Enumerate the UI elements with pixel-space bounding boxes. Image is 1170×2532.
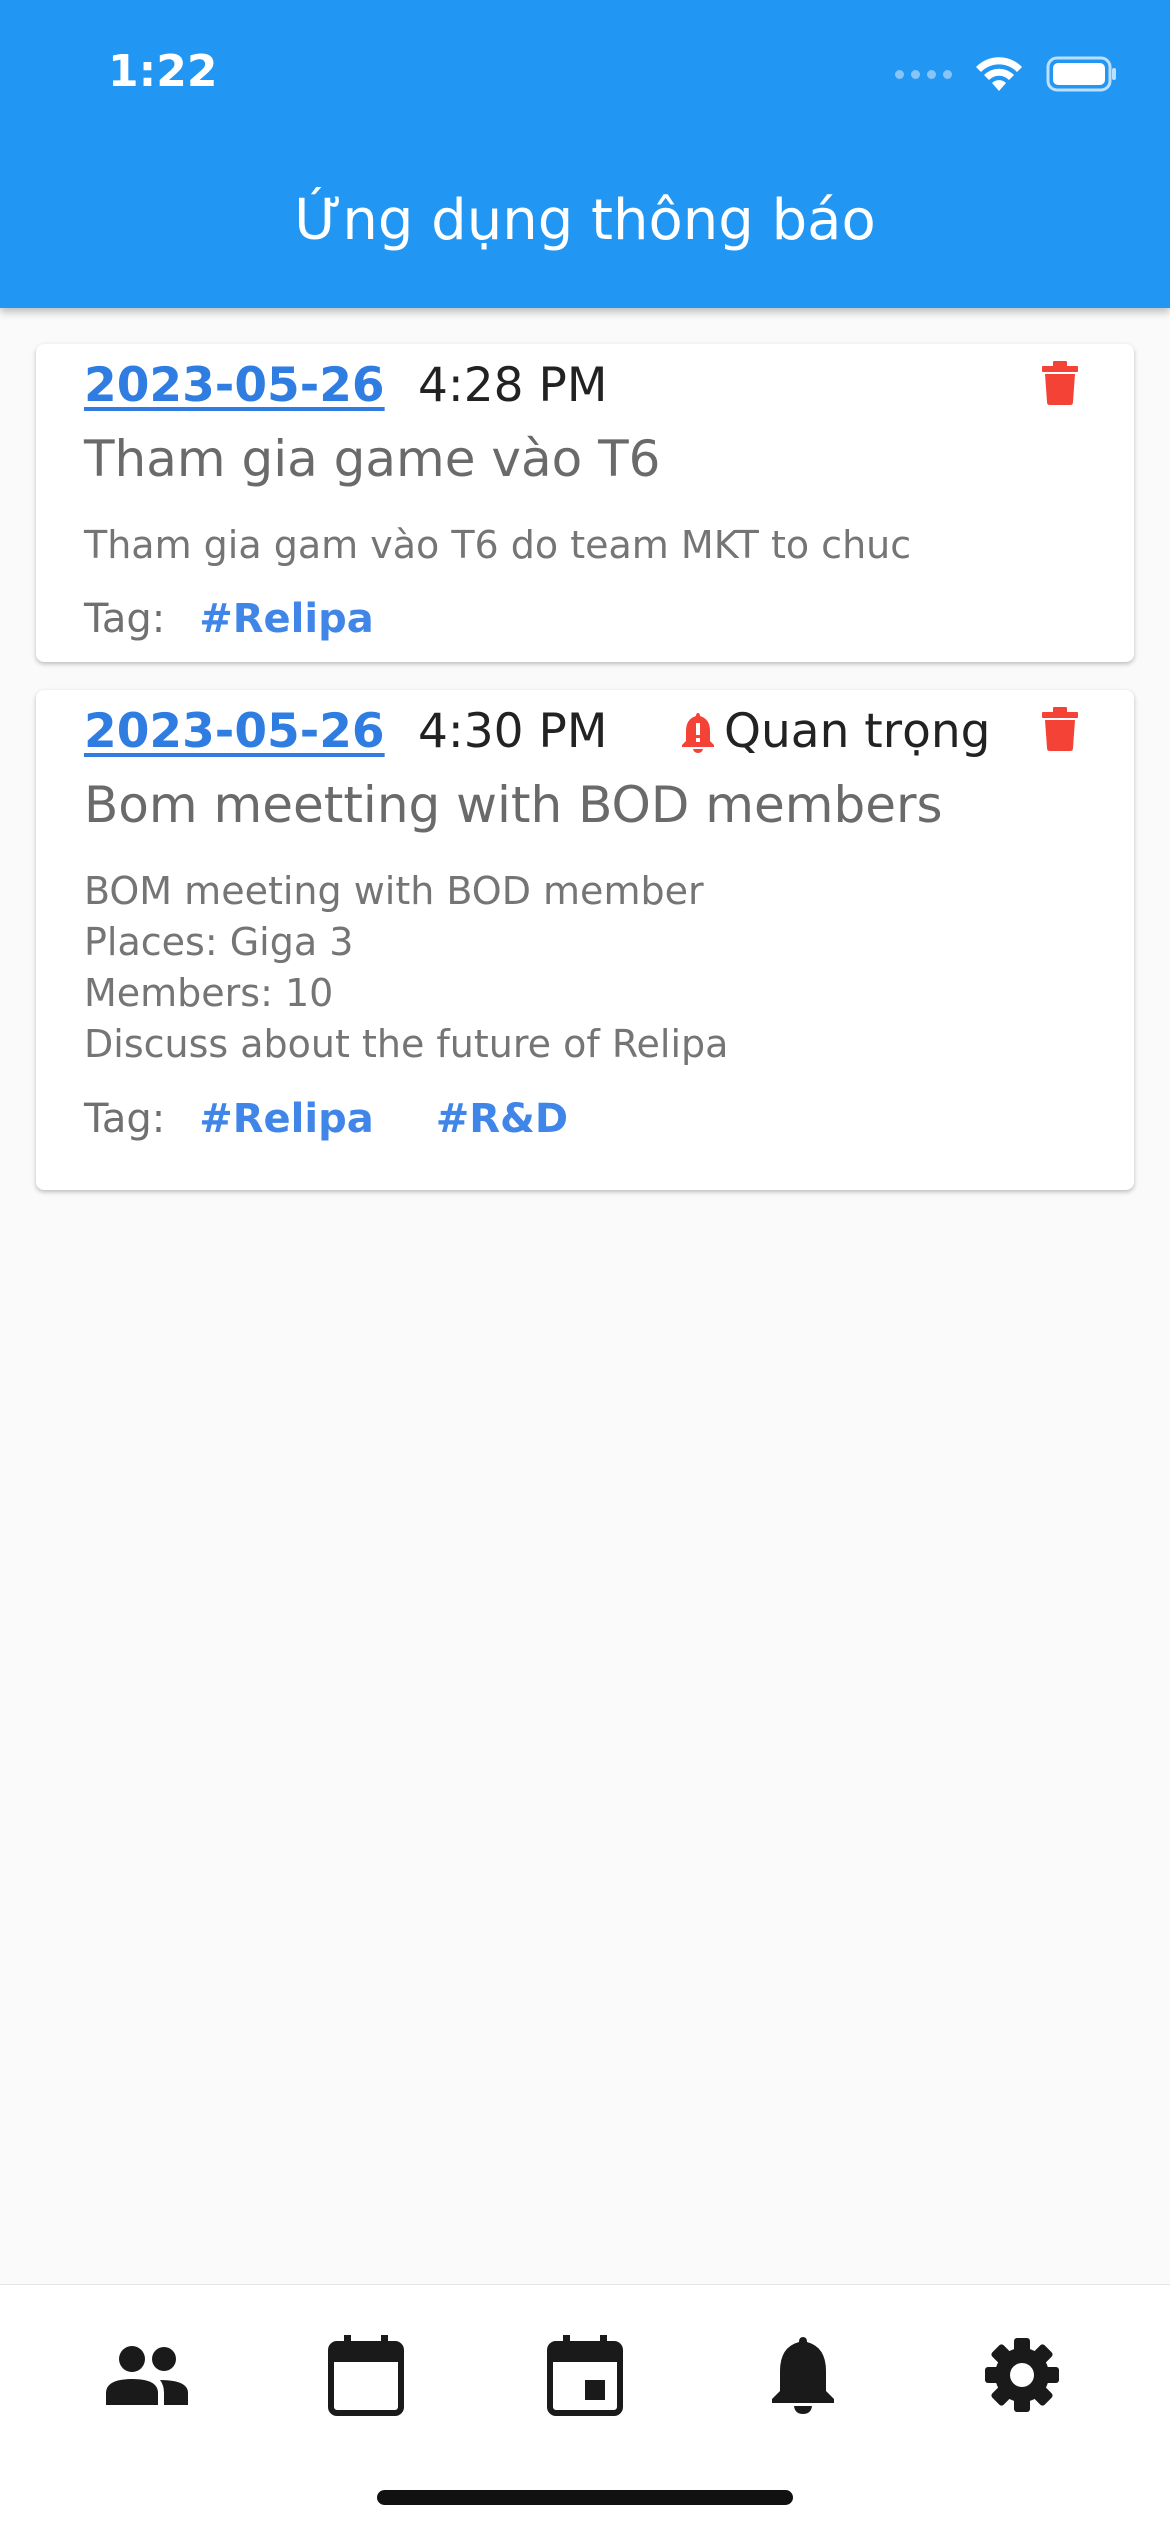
tag-label: Tag: — [84, 1096, 166, 1142]
notification-date[interactable]: 2023-05-26 — [84, 704, 385, 759]
tag-row: Tag: #Relipa #R&D — [84, 1096, 630, 1142]
tag-link[interactable]: #R&D — [436, 1096, 568, 1142]
tag-label: Tag: — [84, 596, 166, 642]
body-line: Places: Giga 3 — [84, 920, 354, 964]
app-bar: 1:22 Ứng dụng thông báo — [0, 0, 1170, 308]
body-line: Tham gia gam vào T6 do team MKT to chuc — [84, 523, 912, 567]
body-line: BOM meeting with BOD member — [84, 869, 704, 913]
notification-title: Tham gia game vào T6 — [84, 430, 661, 488]
signal-icon — [895, 69, 952, 79]
wifi-icon — [976, 57, 1022, 91]
delete-button[interactable] — [1040, 360, 1080, 410]
important-label: Quan trọng — [724, 704, 991, 759]
notification-body: BOM meeting with BOD member Places: Giga… — [84, 866, 728, 1070]
body-line: Discuss about the future of Relipa — [84, 1022, 729, 1066]
nav-people[interactable] — [97, 2325, 197, 2425]
notification-card[interactable]: 2023-05-26 4:28 PM Tham gia game vào T6 … — [36, 344, 1134, 662]
notification-time: 4:28 PM — [418, 358, 608, 413]
delete-button[interactable] — [1040, 706, 1080, 756]
notification-body: Tham gia gam vào T6 do team MKT to chuc — [84, 520, 911, 571]
bell-alert-icon — [682, 712, 714, 753]
trash-icon — [1042, 707, 1078, 751]
gear-icon — [985, 2338, 1059, 2412]
people-icon — [106, 2346, 188, 2405]
home-indicator[interactable] — [377, 2490, 793, 2505]
notification-time: 4:30 PM — [418, 704, 608, 759]
body-line: Members: 10 — [84, 971, 334, 1015]
notification-date[interactable]: 2023-05-26 — [84, 358, 385, 413]
status-icons — [895, 50, 1118, 98]
battery-icon — [1046, 56, 1116, 92]
trash-icon — [1042, 361, 1078, 405]
notification-card[interactable]: 2023-05-26 4:30 PM Quan trọng Bom meetti… — [36, 690, 1134, 1190]
tag-link[interactable]: #Relipa — [199, 596, 374, 642]
nav-notifications[interactable] — [753, 2325, 853, 2425]
nav-event[interactable] — [535, 2325, 635, 2425]
calendar-icon — [328, 2335, 404, 2416]
nav-settings[interactable] — [972, 2325, 1072, 2425]
page-title: Ứng dụng thông báo — [294, 188, 876, 253]
status-time: 1:22 — [108, 46, 218, 97]
nav-calendar[interactable] — [316, 2325, 416, 2425]
important-badge: Quan trọng — [680, 704, 990, 759]
notification-title: Bom meetting with BOD members — [84, 776, 943, 834]
bell-icon — [772, 2337, 834, 2414]
tag-row: Tag: #Relipa — [84, 596, 436, 642]
tag-link[interactable]: #Relipa — [199, 1096, 374, 1142]
calendar-event-icon — [547, 2335, 623, 2416]
